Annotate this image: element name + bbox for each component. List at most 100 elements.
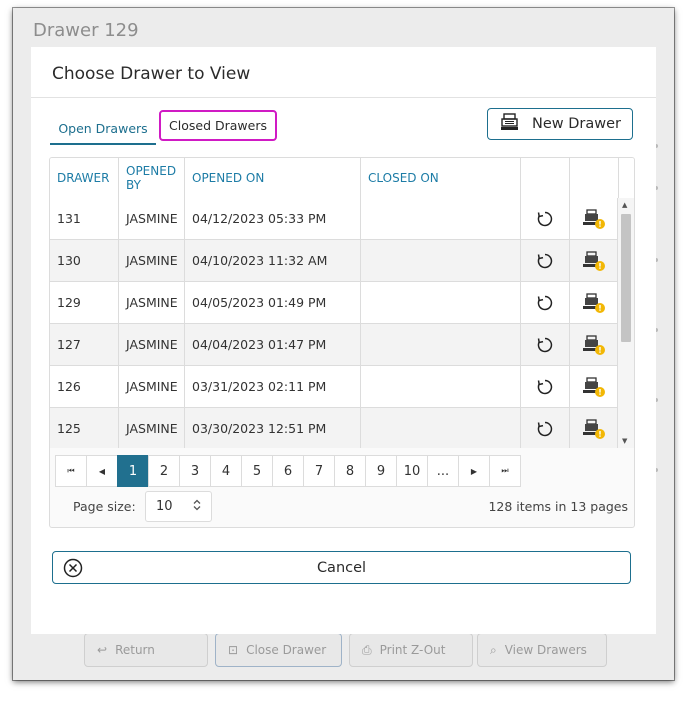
scroll-up-arrow[interactable]: ▲ (622, 201, 627, 209)
page-9-button[interactable]: 9 (365, 455, 397, 487)
cell-drawer: 126 (50, 366, 119, 407)
next-page-button[interactable]: ▶ (458, 455, 490, 487)
cell-opened-by: JASMINE (119, 198, 185, 239)
table-row[interactable]: 130 JASMINE 04/10/2023 11:32 AM (50, 240, 618, 282)
scroll-down-arrow[interactable]: ▼ (622, 437, 627, 445)
cell-closed-on (361, 408, 521, 448)
background-view-drawers-label: View Drawers (504, 643, 587, 657)
cell-opened-on: 04/10/2023 11:32 AM (185, 240, 361, 281)
cell-drawer: 129 (50, 282, 119, 323)
pager-info: 128 items in 13 pages (488, 499, 628, 514)
cell-drawer: 125 (50, 408, 119, 448)
background-return-label: Return (115, 643, 155, 657)
tab-open-drawers[interactable]: Open Drawers (50, 113, 156, 145)
cancel-label: Cancel (316, 559, 367, 576)
grid-body: 131 JASMINE 04/12/2023 05:33 PM 130 JASMINE 0… (50, 198, 618, 448)
search-icon: ⌕ (490, 642, 497, 657)
cell-drawer: 131 (50, 198, 119, 239)
page-size-value: 10 (156, 499, 173, 514)
background-print-zout-button[interactable]: ⎙ Print Z-Out (349, 633, 473, 667)
page-1-button[interactable]: 1 (117, 455, 149, 487)
page-4-button[interactable]: 4 (210, 455, 242, 487)
background-close-drawer-label: Close Drawer (246, 643, 327, 657)
background-print-zout-label: Print Z-Out (379, 643, 446, 657)
table-row[interactable]: 131 JASMINE 04/12/2023 05:33 PM (50, 198, 618, 240)
register-warning-icon[interactable] (570, 324, 618, 365)
cancel-button[interactable]: Cancel (52, 551, 631, 584)
column-header-action2 (570, 158, 619, 198)
cell-drawer: 127 (50, 324, 119, 365)
page-3-button[interactable]: 3 (179, 455, 211, 487)
page-5-button[interactable]: 5 (241, 455, 273, 487)
register-warning-icon[interactable] (570, 408, 618, 448)
new-drawer-label: New Drawer (532, 116, 621, 132)
scroll-thumb[interactable] (621, 214, 631, 342)
cell-opened-on: 04/05/2023 01:49 PM (185, 282, 361, 323)
table-row[interactable]: 127 JASMINE 04/04/2023 01:47 PM (50, 324, 618, 366)
last-page-button[interactable]: ⏭ (489, 455, 521, 487)
return-icon: ↩ (97, 643, 108, 657)
background-close-drawer-button[interactable]: ⊡ Close Drawer (215, 633, 342, 667)
first-page-button[interactable]: ⏮ (55, 455, 87, 487)
page-6-button[interactable]: 6 (272, 455, 304, 487)
page-10-button[interactable]: 10 (396, 455, 428, 487)
cash-register-icon (500, 113, 520, 135)
column-header-opened-on[interactable]: OPENED ON (185, 158, 361, 198)
reopen-icon[interactable] (521, 282, 570, 323)
cancel-circle-x-icon (63, 558, 83, 582)
cell-closed-on (361, 366, 521, 407)
cell-opened-by: JASMINE (119, 240, 185, 281)
cell-closed-on (361, 240, 521, 281)
page-ellipsis-button[interactable]: ... (427, 455, 459, 487)
new-drawer-button[interactable]: New Drawer (487, 108, 633, 140)
page-8-button[interactable]: 8 (334, 455, 366, 487)
cell-opened-on: 03/30/2023 12:51 PM (185, 408, 361, 448)
tab-closed-drawers[interactable]: Closed Drawers (159, 110, 277, 141)
cell-opened-on: 04/12/2023 05:33 PM (185, 198, 361, 239)
cell-drawer: 130 (50, 240, 119, 281)
reopen-icon[interactable] (521, 324, 570, 365)
column-header-opened-by[interactable]: OPENED BY (119, 158, 185, 198)
dialog-title: Choose Drawer to View (52, 64, 251, 84)
register-warning-icon[interactable] (570, 198, 618, 239)
register-warning-icon[interactable] (570, 282, 618, 323)
cell-opened-on: 04/04/2023 01:47 PM (185, 324, 361, 365)
background-window-title: Drawer 129 (33, 20, 139, 41)
close-drawer-icon: ⊡ (228, 643, 239, 657)
cell-closed-on (361, 324, 521, 365)
reopen-icon[interactable] (521, 198, 570, 239)
cell-opened-by: JASMINE (119, 282, 185, 323)
page-size-label: Page size: (73, 499, 136, 514)
cell-opened-by: JASMINE (119, 324, 185, 365)
printer-icon: ⎙ (362, 642, 372, 657)
table-row[interactable]: 125 JASMINE 03/30/2023 12:51 PM (50, 408, 618, 448)
reopen-icon[interactable] (521, 240, 570, 281)
cell-closed-on (361, 282, 521, 323)
grid-scrollbar[interactable]: ▲ ▼ (618, 198, 634, 448)
dialog-divider (31, 97, 656, 98)
register-warning-icon[interactable] (570, 240, 618, 281)
reopen-icon[interactable] (521, 366, 570, 407)
register-warning-icon[interactable] (570, 366, 618, 407)
prev-page-button[interactable]: ◀ (86, 455, 118, 487)
cell-opened-on: 03/31/2023 02:11 PM (185, 366, 361, 407)
drawers-grid: DRAWER OPENED BY OPENED ON CLOSED ON 131… (49, 157, 635, 528)
page-7-button[interactable]: 7 (303, 455, 335, 487)
cell-closed-on (361, 198, 521, 239)
grid-header: DRAWER OPENED BY OPENED ON CLOSED ON (50, 158, 634, 199)
choose-drawer-dialog: Choose Drawer to View Open Drawers Close… (31, 47, 656, 634)
page-2-button[interactable]: 2 (148, 455, 180, 487)
cell-opened-by: JASMINE (119, 408, 185, 448)
updown-chevron-icon (193, 499, 201, 515)
table-row[interactable]: 126 JASMINE 03/31/2023 02:11 PM (50, 366, 618, 408)
pager: ⏮ ◀ 1 2 3 4 5 6 7 8 9 10... ▶ ⏭ (55, 455, 521, 487)
column-header-action1 (521, 158, 570, 198)
reopen-icon[interactable] (521, 408, 570, 448)
column-header-drawer[interactable]: DRAWER (50, 158, 119, 198)
cell-opened-by: JASMINE (119, 366, 185, 407)
background-view-drawers-button[interactable]: ⌕ View Drawers (477, 633, 607, 667)
background-return-button[interactable]: ↩ Return (84, 633, 208, 667)
page-size-select[interactable]: 10 (145, 491, 212, 522)
table-row[interactable]: 129 JASMINE 04/05/2023 01:49 PM (50, 282, 618, 324)
column-header-closed-on[interactable]: CLOSED ON (361, 158, 521, 198)
